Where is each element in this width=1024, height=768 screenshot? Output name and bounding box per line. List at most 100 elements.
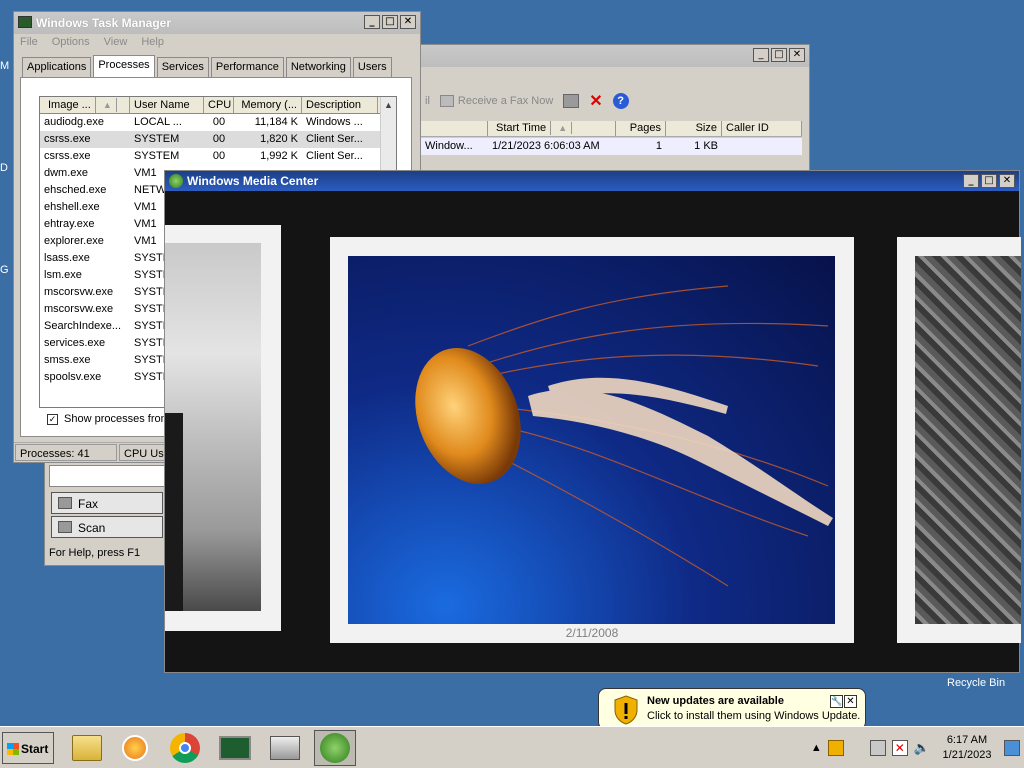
minimize-button[interactable]: _ (963, 174, 979, 188)
show-desktop-icon[interactable] (1004, 740, 1020, 756)
cell-image: spoolsv.exe (44, 371, 102, 383)
tab-strip: Applications Processes Services Performa… (22, 55, 392, 77)
col-start-time[interactable]: Start Time ▲ (488, 121, 616, 136)
checkbox-checked-icon[interactable]: ✓ (47, 413, 58, 425)
col-image-name[interactable]: Image ... ▲ (40, 97, 130, 113)
cell-desc: Client Ser... (306, 133, 363, 145)
close-button[interactable]: ✕ (999, 174, 1015, 188)
tab-processes[interactable]: Processes (93, 55, 155, 77)
recycle-bin-label[interactable]: Recycle Bin (947, 677, 1005, 689)
cell-name: Window... (425, 140, 473, 152)
nav-scan-label: Scan (78, 521, 106, 535)
cell-image: services.exe (44, 337, 106, 349)
start-button[interactable]: Start (2, 732, 54, 764)
col-cpu[interactable]: CPU (204, 97, 234, 113)
task-manager-titlebar[interactable]: Windows Task Manager _ □ ✕ (14, 12, 420, 34)
maximize-button[interactable]: □ (981, 174, 997, 188)
cell-image: ehsched.exe (44, 184, 107, 196)
col-memory[interactable]: Memory (... (234, 97, 302, 113)
tab-applications[interactable]: Applications (22, 57, 92, 77)
windows-logo-icon (7, 743, 19, 755)
fax-list-row[interactable]: Window... 1/21/2023 6:06:03 AM 1 1 KB (421, 138, 802, 155)
scroll-up-arrow[interactable]: ▲ (381, 97, 396, 113)
taskbar-media-player[interactable] (114, 730, 156, 766)
action-center-icon[interactable] (827, 740, 844, 756)
col-caller-id[interactable]: Caller ID (722, 121, 802, 136)
media-center-titlebar[interactable]: Windows Media Center _ □ ✕ (165, 171, 1019, 191)
menu-options[interactable]: Options (52, 36, 90, 50)
cell-mem: 1,820 K (260, 133, 298, 145)
col-name[interactable] (421, 121, 488, 136)
clock-time: 6:17 AM (946, 734, 988, 746)
cell-image: ehtray.exe (44, 218, 95, 230)
menu-help[interactable]: Help (141, 36, 164, 50)
warning-shield-icon (614, 695, 638, 725)
taskbar-explorer[interactable] (66, 730, 108, 766)
cell-desc: Windows ... (306, 116, 363, 128)
col-user-name[interactable]: User Name (130, 97, 204, 113)
maximize-button[interactable]: □ (771, 48, 787, 62)
task-manager-icon (219, 736, 251, 760)
volume-icon[interactable]: 🔈 (914, 740, 930, 756)
cell-pages: 1 (655, 140, 662, 152)
receive-fax-button[interactable]: Receive a Fax Now (439, 95, 553, 107)
menu-view[interactable]: View (104, 36, 128, 50)
cell-image: csrss.exe (44, 133, 91, 145)
tab-performance[interactable]: Performance (210, 57, 284, 77)
photo-next[interactable] (897, 237, 1021, 643)
close-button[interactable]: ✕ (400, 15, 416, 29)
table-row[interactable]: csrss.exe SYSTEM 00 1,992 K Client Ser... (40, 148, 396, 165)
window-controls: _ □ ✕ (963, 174, 1015, 188)
media-center-window[interactable]: Windows Media Center _ □ ✕ 2/11/2008 (164, 170, 1021, 673)
photo-current-image (348, 256, 835, 624)
security-flag-icon[interactable]: ✕ (891, 740, 908, 756)
taskbar-chrome[interactable] (164, 730, 206, 766)
photo-prev[interactable] (165, 225, 281, 631)
fax-printer-icon (270, 736, 300, 760)
minimize-button[interactable]: _ (364, 15, 380, 29)
status-help: For Help, press F1 (49, 547, 141, 559)
tab-networking[interactable]: Networking (285, 57, 351, 77)
cell-image: dwm.exe (44, 167, 89, 179)
media-center-icon (169, 174, 183, 188)
cell-cpu: 00 (212, 150, 226, 162)
help-icon[interactable]: ? (612, 93, 629, 109)
col-size[interactable]: Size (666, 121, 722, 136)
show-all-processes-checkbox[interactable]: ✓ Show processes from a (47, 413, 179, 425)
photo-next-image (915, 256, 1021, 624)
taskbar-task-manager[interactable] (214, 730, 256, 766)
show-hidden-icons-icon[interactable]: ▲ (811, 742, 822, 754)
minimize-button[interactable]: _ (753, 48, 769, 62)
delete-icon[interactable]: ✕ (589, 91, 602, 111)
cell-image: SearchIndexe... (44, 320, 122, 332)
nav-scan[interactable]: Scan (51, 516, 163, 538)
maximize-button[interactable]: □ (382, 15, 398, 29)
col-description[interactable]: Description (302, 97, 378, 113)
tab-services[interactable]: Services (156, 57, 209, 77)
cell-image: lsass.exe (44, 252, 90, 264)
clock[interactable]: 6:17 AM 1/21/2023 (936, 733, 998, 763)
cell-image: lsm.exe (44, 269, 82, 281)
table-row[interactable]: audiodg.exe LOCAL ... 00 11,184 K Windows ..… (40, 114, 396, 131)
table-row[interactable]: csrss.exe SYSTEM 00 1,820 K Client Ser... (40, 131, 396, 148)
tab-users[interactable]: Users (352, 57, 392, 77)
cell-size: 1 KB (694, 140, 718, 152)
photo-current[interactable]: 2/11/2008 (330, 237, 854, 643)
print-icon[interactable] (563, 94, 580, 108)
cell-start: 1/21/2023 6:06:03 AM (492, 140, 600, 152)
network-icon[interactable] (869, 740, 886, 756)
media-center-icon (320, 733, 350, 763)
window-controls: _ □ ✕ (364, 15, 416, 29)
balloon-close-button[interactable]: ✕ (844, 695, 857, 708)
window-controls: _ □ ✕ (753, 48, 805, 62)
update-notification-balloon[interactable]: New updates are available Click to insta… (598, 688, 866, 730)
taskbar-media-center[interactable] (314, 730, 356, 766)
taskbar-fax[interactable] (264, 730, 306, 766)
col-pages[interactable]: Pages (616, 121, 666, 136)
cell-image: smss.exe (44, 354, 91, 366)
balloon-options-icon[interactable]: 🔧 (830, 695, 843, 708)
nav-fax[interactable]: Fax (51, 492, 163, 514)
close-button[interactable]: ✕ (789, 48, 805, 62)
menu-file[interactable]: File (20, 36, 38, 50)
system-tray: ▲ ✕ 🔈 6:17 AM 1/21/2023 (811, 727, 1024, 768)
